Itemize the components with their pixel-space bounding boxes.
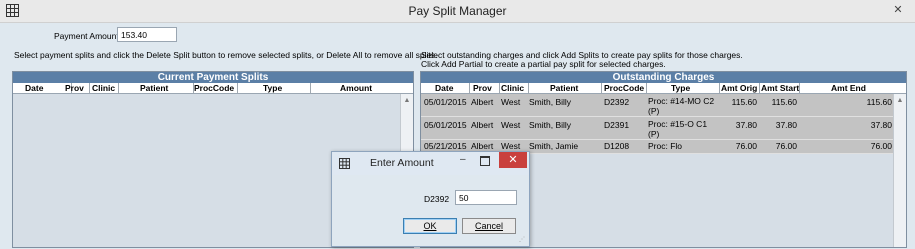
column-headers: Date Prov Clinic Patient ProcCode Type A…	[13, 83, 413, 94]
col-amt-end[interactable]: Amt End	[831, 83, 866, 93]
dialog-body: D2392 50 OK Cancel ⋰	[332, 175, 529, 246]
splits-instructions: Select payment splits and click the Dele…	[14, 50, 438, 60]
cell-prov: Albert	[471, 120, 494, 130]
window-title: Pay Split Manager	[408, 4, 507, 18]
payment-amount-field[interactable]: 153.40	[117, 27, 177, 42]
cell-type: Proc: #15-O C1 (P)	[648, 119, 708, 139]
col-patient[interactable]: Patient	[140, 83, 168, 93]
cell-patient: Smith, Jamie	[529, 141, 579, 151]
close-icon[interactable]: ✕	[887, 3, 909, 18]
amount-field-label: D2392	[424, 194, 450, 204]
col-amt-start[interactable]: Amt Start	[761, 83, 799, 93]
cell-amt-start: 37.80	[775, 120, 797, 130]
scroll-up-icon[interactable]: ▲	[894, 97, 906, 104]
window-title-bar: Pay Split Manager ✕	[0, 0, 915, 23]
table-row[interactable]: 05/01/2015 Albert West Smith, Billy D239…	[421, 117, 894, 140]
cell-date: 05/01/2015	[424, 120, 467, 130]
cell-patient: Smith, Billy	[529, 120, 572, 130]
cell-prov: Albert	[471, 97, 494, 107]
col-clinic[interactable]: Clinic	[92, 83, 115, 93]
col-date[interactable]: Date	[25, 83, 43, 93]
scroll-up-icon[interactable]: ▲	[401, 97, 413, 104]
column-headers: Date Prov Clinic Patient ProcCode Type A…	[421, 83, 906, 94]
cell-date: 05/01/2015	[424, 97, 467, 107]
cell-amt-orig: 115.60	[731, 97, 757, 107]
cell-amt-start: 76.00	[775, 141, 797, 151]
vertical-scrollbar[interactable]: ▲	[893, 94, 906, 247]
cell-amt-end: 115.60	[866, 97, 892, 107]
col-type[interactable]: Type	[671, 83, 690, 93]
col-clinic[interactable]: Clinic	[501, 83, 524, 93]
col-proccode[interactable]: ProcCode	[194, 83, 234, 93]
grid-title: Outstanding Charges	[421, 72, 906, 83]
cell-amt-end: 76.00	[870, 141, 892, 151]
table-row[interactable]: 05/01/2015 Albert West Smith, Billy D239…	[421, 94, 894, 117]
cell-amt-end: 37.80	[870, 120, 892, 130]
cell-date: 05/21/2015	[424, 141, 467, 151]
minimize-icon[interactable]: –	[460, 154, 466, 165]
col-type[interactable]: Type	[263, 83, 282, 93]
grid-title: Current Payment Splits	[13, 72, 413, 83]
col-date[interactable]: Date	[435, 83, 453, 93]
maximize-icon[interactable]	[480, 156, 490, 166]
cell-clinic: West	[501, 97, 521, 107]
payment-amount-label: Payment Amount	[54, 31, 119, 41]
cancel-button-label: Cancel	[474, 221, 503, 231]
dialog-title: Enter Amount	[370, 157, 434, 169]
cell-clinic: West	[501, 120, 521, 130]
cell-amt-orig: 76.00	[735, 141, 757, 151]
grid-icon	[339, 158, 350, 169]
charges-instructions-line2: Click Add Partial to create a partial pa…	[421, 59, 666, 69]
dialog-title-bar: Enter Amount – ✕	[332, 152, 529, 175]
cell-amt-start: 115.60	[771, 97, 797, 107]
cell-proccode: D2392	[604, 97, 630, 107]
ok-button-label: OK	[423, 221, 437, 231]
col-prov[interactable]: Prov	[65, 83, 84, 93]
ok-button[interactable]: OK	[403, 218, 457, 234]
cell-clinic: West	[501, 141, 521, 151]
cell-proccode: D1208	[604, 141, 630, 151]
cell-prov: Albert	[471, 141, 494, 151]
cancel-button[interactable]: Cancel	[462, 218, 516, 234]
col-patient[interactable]: Patient	[550, 83, 578, 93]
cell-type: Proc: Flo	[648, 141, 683, 151]
enter-amount-dialog: Enter Amount – ✕ D2392 50 OK Cancel ⋰	[331, 151, 530, 247]
col-amt-orig[interactable]: Amt Orig	[721, 83, 757, 93]
col-prov[interactable]: Prov	[473, 83, 492, 93]
cell-type: Proc: #14-MO C2 (P)	[648, 96, 715, 116]
col-proccode[interactable]: ProcCode	[604, 83, 644, 93]
close-icon[interactable]: ✕	[499, 152, 527, 168]
amount-input[interactable]: 50	[455, 190, 517, 205]
cell-patient: Smith, Billy	[529, 97, 572, 107]
resize-grip-icon[interactable]: ⋰	[519, 236, 527, 244]
cell-proccode: D2391	[604, 120, 630, 130]
col-amount[interactable]: Amount	[340, 83, 372, 93]
cell-amt-orig: 37.80	[735, 120, 757, 130]
